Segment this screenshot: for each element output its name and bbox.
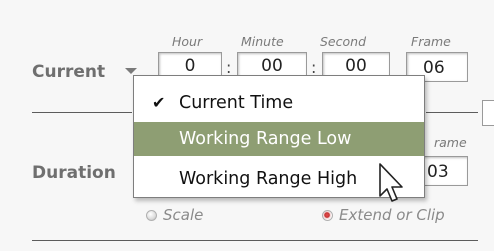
radio-selected-icon — [322, 210, 333, 221]
checkmark-icon: ✔ — [152, 93, 166, 112]
scale-label: Scale — [163, 206, 204, 224]
hour-header: Hour — [172, 34, 203, 49]
divider — [32, 112, 132, 113]
second-header: Second — [320, 34, 367, 49]
chevron-down-icon[interactable] — [125, 68, 137, 74]
frame-header: Frame — [411, 34, 451, 49]
offscreen-field[interactable] — [482, 100, 494, 126]
timecode-panel: Hour Minute Second Frame Current 0 : 00 … — [0, 0, 494, 251]
extend-radio[interactable]: Extend or Clip — [322, 206, 445, 224]
radio-unselected-icon — [146, 210, 157, 221]
frame-header-duration: rame — [434, 135, 467, 150]
scale-radio[interactable]: Scale — [146, 206, 203, 224]
menu-item-label: Working Range Low — [179, 129, 352, 149]
duration-label: Duration — [32, 163, 116, 183]
menu-item-current-time[interactable]: ✔ Current Time — [134, 86, 424, 120]
menu-item-label: Current Time — [179, 93, 294, 113]
mouse-pointer-icon — [379, 163, 403, 202]
minute-header: Minute — [241, 34, 284, 49]
extend-label: Extend or Clip — [339, 206, 445, 224]
bottom-divider — [32, 240, 478, 241]
menu-item-working-range-low[interactable]: Working Range Low — [134, 122, 424, 156]
divider — [426, 112, 478, 113]
current-label[interactable]: Current — [32, 62, 105, 82]
menu-item-label: Working Range High — [179, 169, 358, 189]
